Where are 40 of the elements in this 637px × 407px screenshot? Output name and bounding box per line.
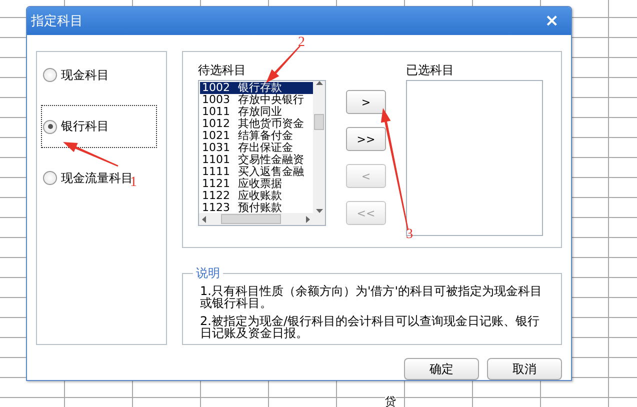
list-item[interactable]: 1122 应收账款 <box>200 190 313 202</box>
note-text: 2.被指定为现金/银行科目的会计科目可以查询现金日记账、银行日记账及资金日报。 <box>200 315 540 339</box>
list-item[interactable]: 1111 买入返售金融 <box>200 166 313 178</box>
annotation-arrow <box>63 142 118 167</box>
close-button[interactable]: × <box>542 12 561 30</box>
dialog-button[interactable]: 确定 <box>404 358 479 380</box>
scroll-up-icon[interactable] <box>316 81 322 85</box>
radio-button[interactable] <box>43 171 57 185</box>
notes-legend: 说明 <box>193 265 223 282</box>
list-item[interactable]: 1011 存放同业 <box>200 106 313 118</box>
transfer-button[interactable]: > <box>346 90 386 114</box>
scrollbar-thumb[interactable] <box>314 114 324 130</box>
annotation-number: 2 <box>298 35 305 50</box>
list-item[interactable]: 1031 存出保证金 <box>200 142 313 154</box>
list-item[interactable]: 1002 银行存款 <box>200 82 313 94</box>
dialog-button[interactable]: 取消 <box>487 358 562 380</box>
annotation-number: 1 <box>130 175 137 190</box>
annotation-arrow <box>266 46 300 83</box>
annotation-number: 3 <box>406 227 413 242</box>
list-item[interactable]: 1101 交易性金融资 <box>200 154 313 166</box>
list-item[interactable]: 1003 存放中央银行 <box>200 94 313 106</box>
horizontal-scrollbar[interactable] <box>199 213 313 225</box>
radio-button[interactable] <box>43 68 57 82</box>
radio-option[interactable]: 现金科目 <box>41 63 157 87</box>
scroll-left-icon[interactable] <box>202 216 206 222</box>
vertical-scrollbar[interactable] <box>313 81 325 213</box>
list-item[interactable]: 1021 结算备付金 <box>200 130 313 142</box>
radio-button[interactable] <box>43 120 57 134</box>
column-header: 贷 <box>385 397 396 407</box>
note-text: 1.只有科目性质（余额方向）为'借方'的科目可被指定为现金科目或银行科目。 <box>200 285 544 309</box>
list-item[interactable]: 1121 应收票据 <box>200 178 313 190</box>
scroll-right-icon[interactable] <box>306 216 310 222</box>
transfer-button[interactable]: >> <box>346 127 386 151</box>
list-label: 待选科目 <box>198 63 247 79</box>
scrollbar-thumb[interactable] <box>221 214 281 224</box>
list-label: 已选科目 <box>406 63 455 79</box>
list-item[interactable]: 1012 其他货币资金 <box>200 118 313 130</box>
list-item[interactable]: 1123 预付账款 <box>200 202 313 213</box>
window-title: 指定科目 <box>31 13 83 30</box>
scrollbar-corner <box>313 213 325 225</box>
